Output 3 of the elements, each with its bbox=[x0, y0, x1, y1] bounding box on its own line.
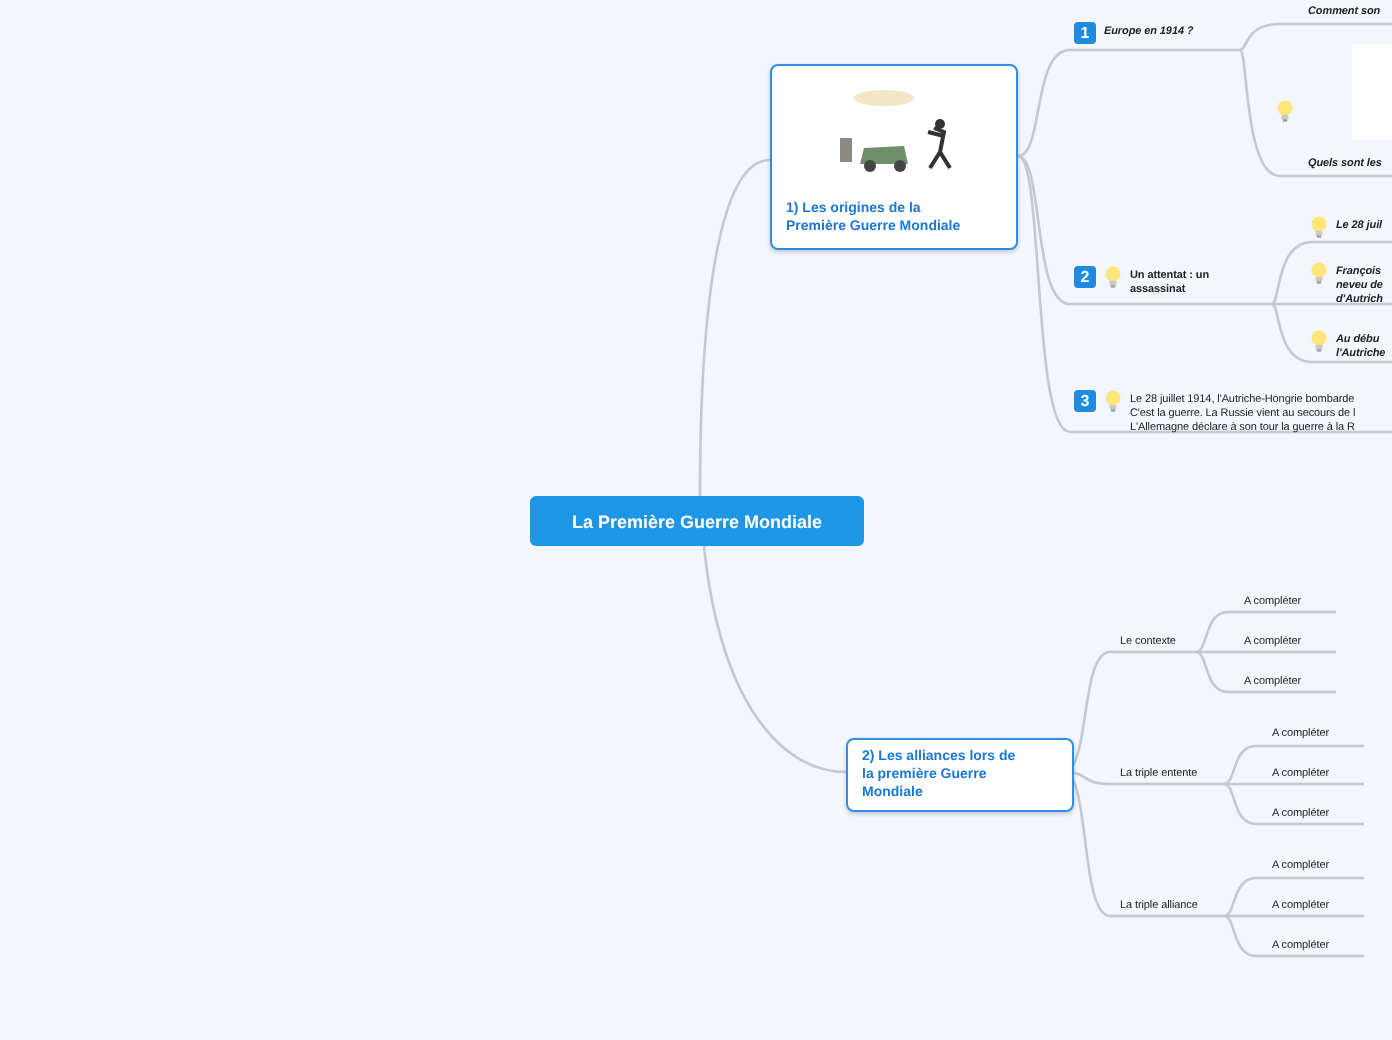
priority-marker: 3 bbox=[1074, 390, 1096, 412]
priority-marker: 1 bbox=[1074, 22, 1096, 44]
priority-marker: 2 bbox=[1074, 266, 1096, 288]
